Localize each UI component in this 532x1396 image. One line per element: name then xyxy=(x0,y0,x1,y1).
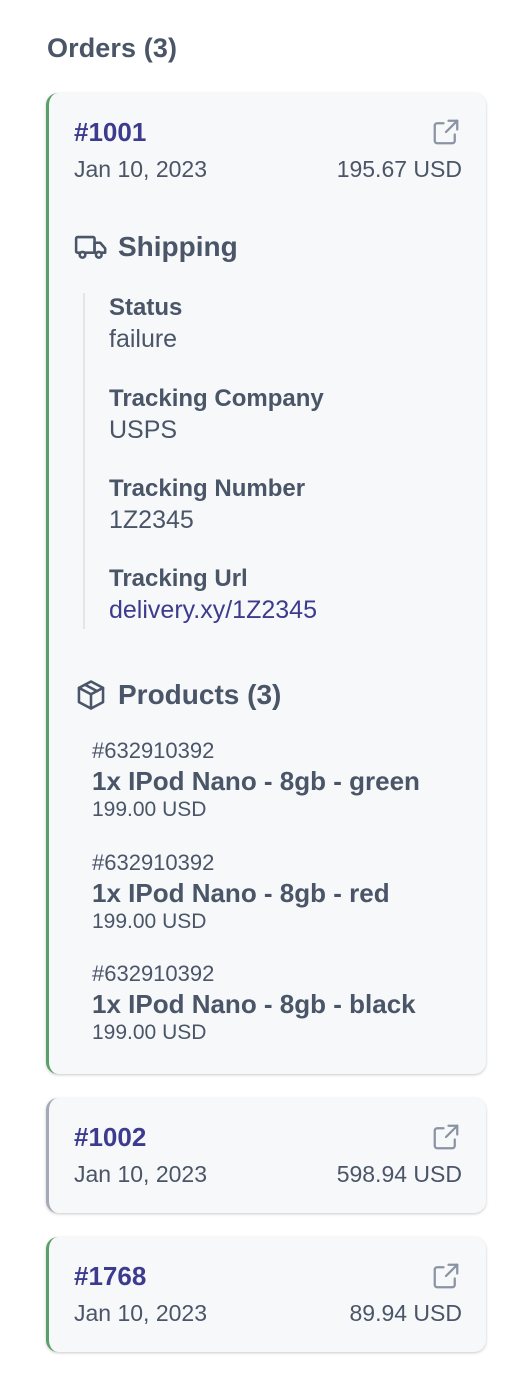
tracking-url-label: Tracking Url xyxy=(109,565,248,592)
shipping-details: Status failure Tracking Company USPS Tra… xyxy=(83,293,463,629)
product-item: #632910392 1x IPod Nano - 8gb - green 19… xyxy=(92,738,420,822)
order-date: Jan 10, 2023 xyxy=(74,1300,208,1326)
order-total: 195.67 USD xyxy=(336,156,462,182)
product-name: 1x IPod Nano - 8gb - black xyxy=(92,989,416,1019)
status-label: Status xyxy=(109,294,183,321)
external-link-icon[interactable] xyxy=(431,1122,461,1152)
order-total: 598.94 USD xyxy=(336,1161,462,1187)
tracking-company-label: Tracking Company xyxy=(109,385,324,412)
order-card[interactable]: #1768 Jan 10, 2023 89.94 USD xyxy=(46,1237,486,1352)
external-link-icon[interactable] xyxy=(431,117,461,147)
order-total: 89.94 USD xyxy=(349,1300,462,1326)
shipping-heading: Shipping xyxy=(74,230,238,264)
product-price: 199.00 USD xyxy=(92,910,207,933)
order-date: Jan 10, 2023 xyxy=(74,1161,208,1187)
products-title: Products (3) xyxy=(118,679,282,710)
product-price: 199.00 USD xyxy=(92,798,207,821)
tracking-number-label: Tracking Number xyxy=(109,475,306,502)
order-date: Jan 10, 2023 xyxy=(74,156,208,182)
tracking-number-value: 1Z2345 xyxy=(109,506,194,534)
order-card: #1001 Jan 10, 2023 195.67 USD Shipping S… xyxy=(46,93,486,1074)
truck-icon xyxy=(74,235,107,259)
product-item: #632910392 1x IPod Nano - 8gb - black 19… xyxy=(92,961,416,1045)
product-sku: #632910392 xyxy=(92,738,215,763)
products-heading: Products (3) xyxy=(74,678,281,712)
package-icon xyxy=(77,680,105,710)
product-name: 1x IPod Nano - 8gb - red xyxy=(92,878,390,908)
order-id: #1001 xyxy=(74,117,147,147)
product-item: #632910392 1x IPod Nano - 8gb - red 199.… xyxy=(92,850,390,934)
product-sku: #632910392 xyxy=(92,850,215,875)
tracking-company-value: USPS xyxy=(109,416,178,444)
tracking-url-link[interactable]: delivery.xy/1Z2345 xyxy=(109,596,317,624)
order-id: #1002 xyxy=(74,1122,147,1152)
product-sku: #632910392 xyxy=(92,961,215,986)
external-link-icon[interactable] xyxy=(431,1261,461,1291)
status-value: failure xyxy=(109,325,178,353)
order-card[interactable]: #1002 Jan 10, 2023 598.94 USD xyxy=(46,1098,486,1213)
orders-heading: Orders (3) xyxy=(47,33,178,63)
product-price: 199.00 USD xyxy=(92,1021,207,1044)
shipping-title: Shipping xyxy=(118,231,238,262)
order-id: #1768 xyxy=(74,1261,147,1291)
product-name: 1x IPod Nano - 8gb - green xyxy=(92,766,420,796)
